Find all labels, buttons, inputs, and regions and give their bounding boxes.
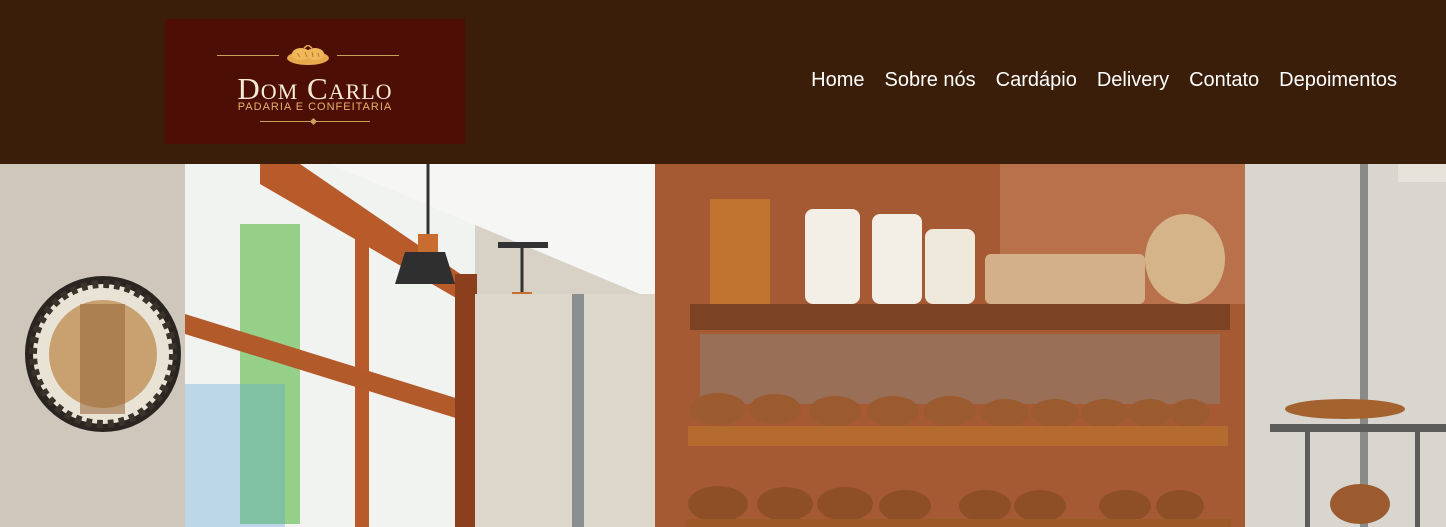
logo-tagline: PADARIA E CONFEITARIA [237,101,393,113]
logo-divider-left [217,55,279,56]
nav-home[interactable]: Home [811,69,864,92]
bakery-interior-illustration [0,164,1446,527]
main-nav: Home Sobre nós Cardápio Delivery Contato… [811,69,1397,92]
hero-banner-image [0,164,1446,527]
logo-divider-right [337,55,399,56]
nav-depoimentos[interactable]: Depoimentos [1279,69,1397,92]
nav-cardapio[interactable]: Cardápio [996,69,1077,92]
logo[interactable]: Dom Carlo PADARIA E CONFEITARIA [165,19,465,144]
logo-diamond [309,117,318,126]
site-header: Dom Carlo PADARIA E CONFEITARIA Home Sob… [0,0,1446,164]
nav-contato[interactable]: Contato [1189,69,1259,92]
nav-delivery[interactable]: Delivery [1097,69,1169,92]
bread-icon [287,45,329,65]
nav-sobre-nos[interactable]: Sobre nós [885,69,976,92]
